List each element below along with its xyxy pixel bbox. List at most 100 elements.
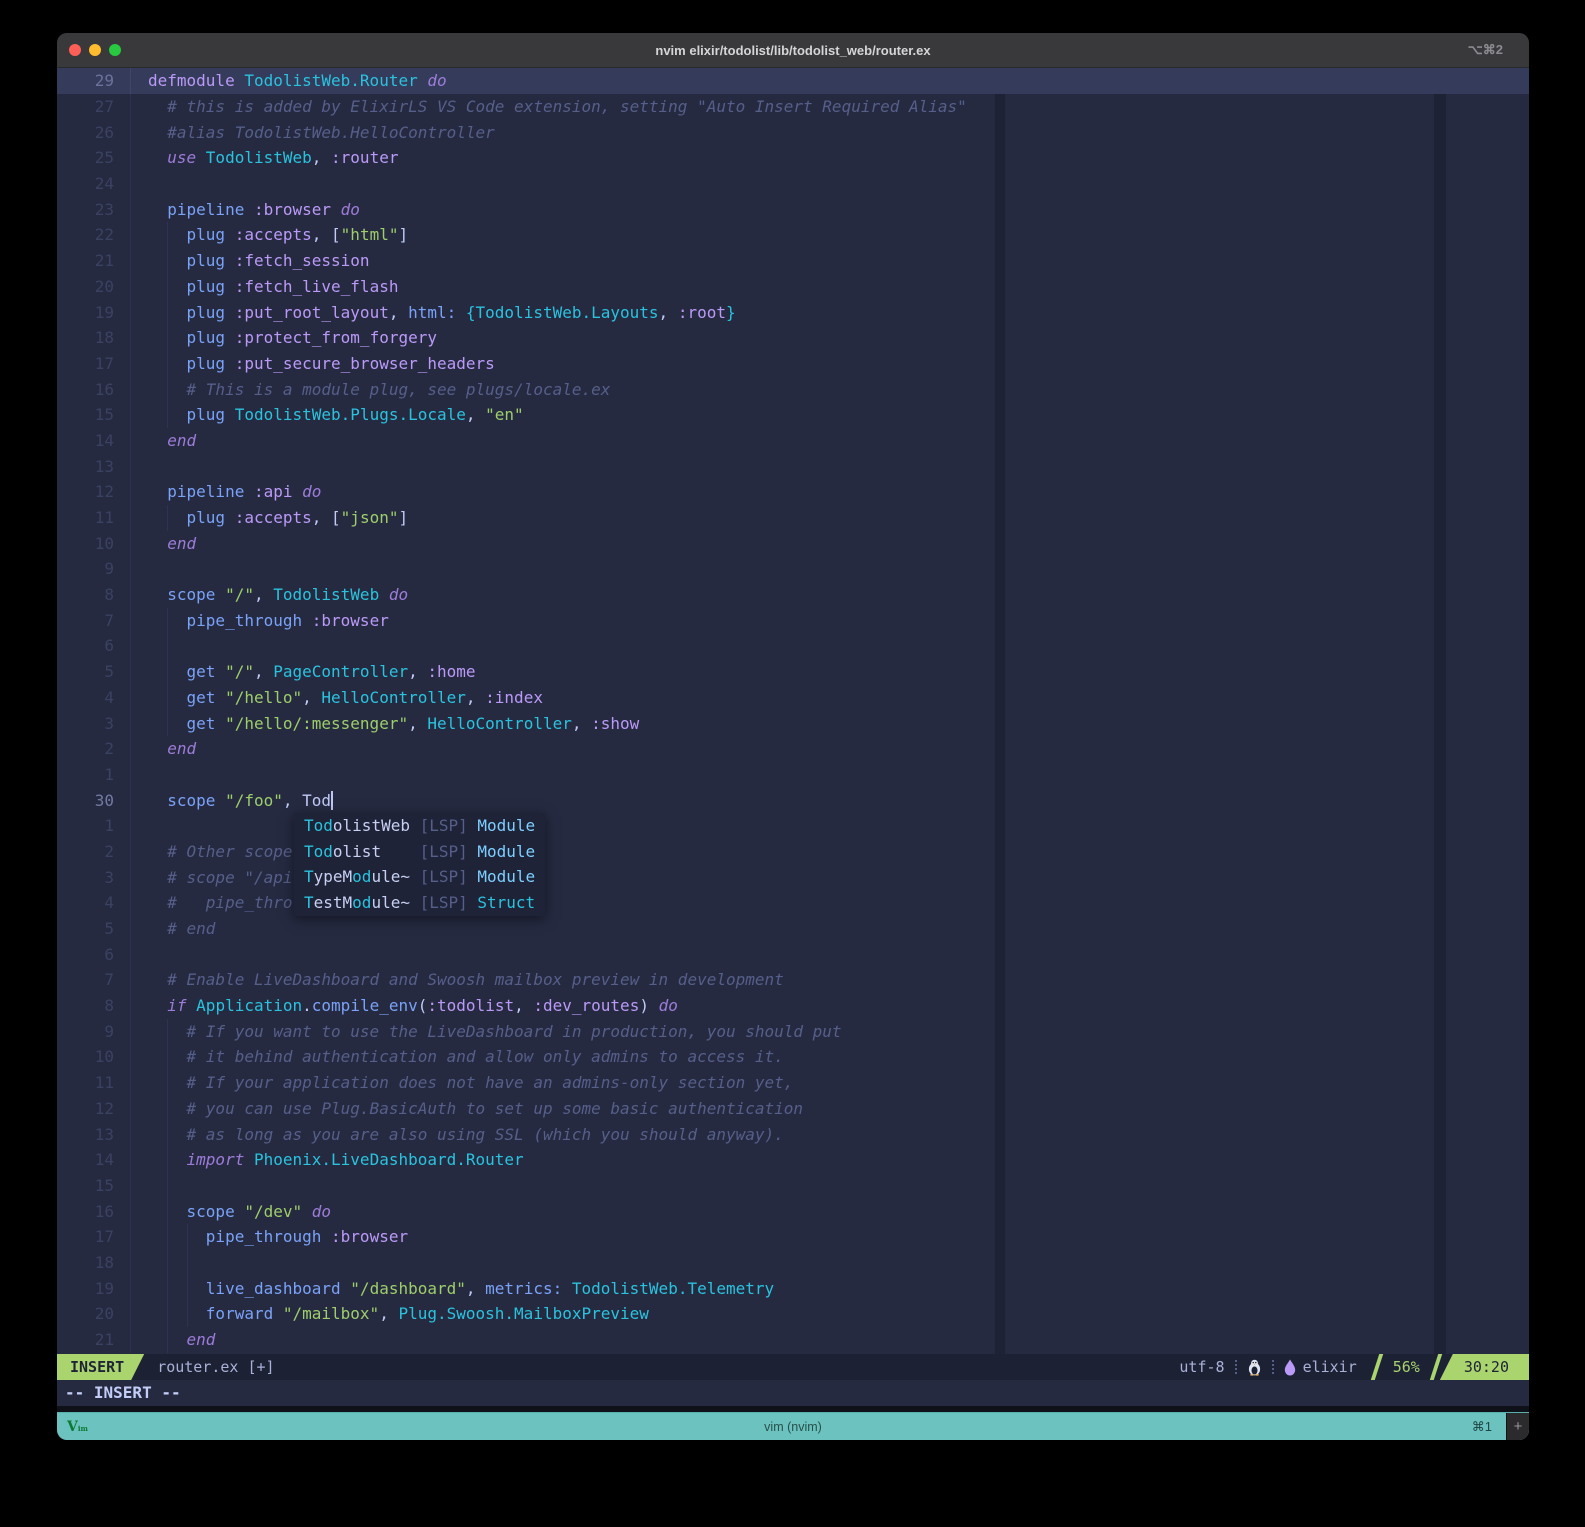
code-line[interactable]: 7 # Enable LiveDashboard and Swoosh mail…: [57, 967, 1529, 993]
code-line[interactable]: 1: [57, 813, 1529, 839]
completion-popup: TodolistWeb[LSP]ModuleTodolist[LSP]Modul…: [294, 813, 545, 916]
completion-kind: Module: [477, 813, 535, 839]
code-line[interactable]: 11 # If your application does not have a…: [57, 1070, 1529, 1096]
line-number: 2: [57, 839, 131, 865]
separator: [1272, 1360, 1274, 1374]
completion-kind: Module: [477, 839, 535, 865]
window-title: nvim elixir/todolist/lib/todolist_web/ro…: [57, 43, 1529, 58]
code-line[interactable]: 18: [57, 1250, 1529, 1276]
code-line[interactable]: 22 plug :accepts, ["html"]: [57, 222, 1529, 248]
line-number: 14: [57, 428, 131, 454]
statusline: INSERT router.ex [+] utf-8 elixir 5: [57, 1354, 1529, 1380]
line-number: 7: [57, 967, 131, 993]
code-line[interactable]: 18 plug :protect_from_forgery: [57, 325, 1529, 351]
line-number: 16: [57, 1199, 131, 1225]
line-number: 6: [57, 942, 131, 968]
line-number: 24: [57, 171, 131, 197]
completion-item[interactable]: TestModule~[LSP]Struct: [294, 890, 545, 916]
code-line[interactable]: 15 plug TodolistWeb.Plugs.Locale, "en": [57, 402, 1529, 428]
code-line[interactable]: 24: [57, 171, 1529, 197]
code-line[interactable]: 10 # it behind authentication and allow …: [57, 1044, 1529, 1070]
line-number: 1: [57, 762, 131, 788]
completion-item[interactable]: Todolist[LSP]Module: [294, 839, 545, 865]
line-number: 17: [57, 1224, 131, 1250]
tab-label[interactable]: vim (nvim): [57, 1420, 1529, 1434]
text-cursor: [331, 791, 333, 810]
line-number: 19: [57, 300, 131, 326]
completion-kind: Module: [477, 864, 535, 890]
completion-item[interactable]: TodolistWeb[LSP]Module: [294, 813, 545, 839]
code-line[interactable]: 17 plug :put_secure_browser_headers: [57, 351, 1529, 377]
line-number: 13: [57, 454, 131, 480]
line-number: 20: [57, 1301, 131, 1327]
line-number: 30: [57, 788, 131, 814]
code-line[interactable]: 14 end: [57, 428, 1529, 454]
separator: [1235, 1360, 1237, 1374]
encoding: utf-8: [1179, 1354, 1224, 1380]
linux-icon: [1247, 1354, 1262, 1380]
code-line[interactable]: 7 pipe_through :browser: [57, 608, 1529, 634]
line-number: 6: [57, 633, 131, 659]
code-line[interactable]: 17 pipe_through :browser: [57, 1224, 1529, 1250]
code-line[interactable]: 3 get "/hello/:messenger", HelloControll…: [57, 711, 1529, 737]
code-line[interactable]: 8 scope "/", TodolistWeb do: [57, 582, 1529, 608]
line-number: 2: [57, 736, 131, 762]
code-line[interactable]: 21 end: [57, 1327, 1529, 1353]
code-line[interactable]: 20 forward "/mailbox", Plug.Swoosh.Mailb…: [57, 1301, 1529, 1327]
line-number: 13: [57, 1122, 131, 1148]
code-line[interactable]: 5 get "/", PageController, :home: [57, 659, 1529, 685]
code-line[interactable]: 10 end: [57, 531, 1529, 557]
line-number: 21: [57, 248, 131, 274]
code-line[interactable]: 25 use TodolistWeb, :router: [57, 145, 1529, 171]
code-line[interactable]: 21 plug :fetch_session: [57, 248, 1529, 274]
code-line[interactable]: 4 get "/hello", HelloController, :index: [57, 685, 1529, 711]
code-line[interactable]: 9: [57, 556, 1529, 582]
code-line[interactable]: 6: [57, 633, 1529, 659]
completion-kind: Struct: [477, 890, 535, 916]
code-line[interactable]: 19 live_dashboard "/dashboard", metrics:…: [57, 1276, 1529, 1302]
line-number: 3: [57, 711, 131, 737]
line-number: 15: [57, 402, 131, 428]
code-line[interactable]: 20 plug :fetch_live_flash: [57, 274, 1529, 300]
code-line[interactable]: 4 # pipe_thro: [57, 890, 1529, 916]
code-line[interactable]: 3 # scope "/api: [57, 865, 1529, 891]
line-number: 3: [57, 865, 131, 891]
code-line[interactable]: 26 #alias TodolistWeb.HelloController: [57, 120, 1529, 146]
terminal-tab-bar[interactable]: Vim vim (nvim) ⌘1 +: [57, 1412, 1529, 1440]
completion-item[interactable]: TypeModule~[LSP]Module: [294, 864, 545, 890]
code-line[interactable]: 27 # this is added by ElixirLS VS Code e…: [57, 94, 1529, 120]
code-line[interactable]: 6: [57, 942, 1529, 968]
line-number: 4: [57, 685, 131, 711]
code-line[interactable]: 5 # end: [57, 916, 1529, 942]
code-line[interactable]: 23 pipeline :browser do: [57, 197, 1529, 223]
code-lines: 27 # this is added by ElixirLS VS Code e…: [57, 94, 1529, 1353]
line-number: 26: [57, 120, 131, 146]
code-line[interactable]: 30 scope "/foo", Tod: [57, 788, 1529, 814]
editor-area[interactable]: 29defmodule TodolistWeb.Router do 27 # t…: [57, 68, 1529, 1354]
line-number: 4: [57, 890, 131, 916]
code-line[interactable]: 16 # This is a module plug, see plugs/lo…: [57, 377, 1529, 403]
line-number: 25: [57, 145, 131, 171]
code-line[interactable]: 13: [57, 454, 1529, 480]
line-number: 8: [57, 993, 131, 1019]
code-line[interactable]: 19 plug :put_root_layout, html: {Todolis…: [57, 300, 1529, 326]
code-line[interactable]: 11 plug :accepts, ["json"]: [57, 505, 1529, 531]
code-line[interactable]: 12 # you can use Plug.BasicAuth to set u…: [57, 1096, 1529, 1122]
line-number: 20: [57, 274, 131, 300]
code-line[interactable]: 9 # If you want to use the LiveDashboard…: [57, 1019, 1529, 1045]
scroll-percent: 56%: [1381, 1354, 1432, 1380]
code-line[interactable]: 16 scope "/dev" do: [57, 1199, 1529, 1225]
titlebar[interactable]: nvim elixir/todolist/lib/todolist_web/ro…: [57, 33, 1529, 68]
code-line[interactable]: 8 if Application.compile_env(:todolist, …: [57, 993, 1529, 1019]
line-number: 11: [57, 1070, 131, 1096]
code-line[interactable]: 12 pipeline :api do: [57, 479, 1529, 505]
line-number: 14: [57, 1147, 131, 1173]
code-line[interactable]: 1: [57, 762, 1529, 788]
code-line[interactable]: 2 # Other scope: [57, 839, 1529, 865]
code-line[interactable]: 13 # as long as you are also using SSL (…: [57, 1122, 1529, 1148]
filetype: elixir: [1303, 1354, 1357, 1380]
code-line[interactable]: 15: [57, 1173, 1529, 1199]
code-line[interactable]: 14 import Phoenix.LiveDashboard.Router: [57, 1147, 1529, 1173]
line-number: 5: [57, 916, 131, 942]
code-line[interactable]: 2 end: [57, 736, 1529, 762]
